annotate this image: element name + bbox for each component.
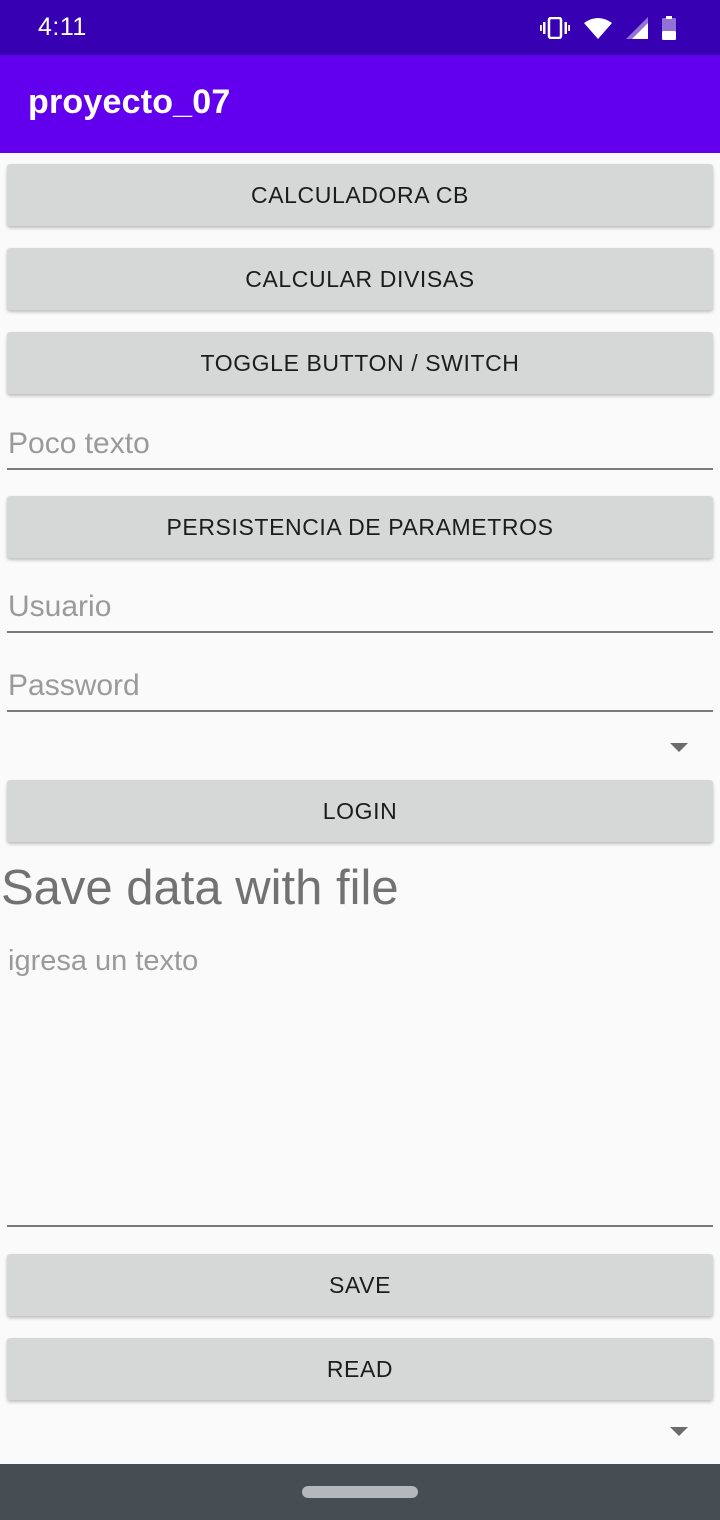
poco-texto-placeholder: Poco texto (8, 427, 150, 460)
save-button[interactable]: SAVE (7, 1254, 713, 1316)
chevron-down-icon (670, 1427, 688, 1436)
status-bar: 4:11 (0, 0, 720, 55)
battery-icon (662, 16, 676, 40)
navigation-bar (0, 1464, 720, 1520)
status-time: 4:11 (38, 13, 87, 41)
chevron-down-icon (670, 743, 688, 752)
password-placeholder: Password (8, 669, 140, 702)
app-bar: proyecto_07 (0, 55, 720, 153)
signal-icon (626, 17, 648, 39)
home-handle[interactable] (302, 1486, 418, 1498)
toggle-switch-button[interactable]: TOGGLE BUTTON / SWITCH (7, 332, 713, 394)
login-button[interactable]: LOGIN (7, 780, 713, 842)
status-icons (540, 14, 676, 42)
usuario-placeholder: Usuario (8, 590, 112, 623)
read-button[interactable]: READ (7, 1338, 713, 1400)
section-title: Save data with file (1, 861, 399, 915)
poco-texto-field[interactable]: Poco texto (7, 420, 713, 470)
usuario-field[interactable]: Usuario (7, 583, 713, 633)
texto-placeholder: igresa un texto (8, 945, 199, 977)
app-title: proyecto_07 (28, 83, 231, 121)
vibrate-icon (540, 17, 570, 39)
calculadora-cb-button[interactable]: CALCULADORA CB (7, 164, 713, 226)
calcular-divisas-button[interactable]: CALCULAR DIVISAS (7, 248, 713, 310)
spinner-dropdown-bottom[interactable] (7, 1402, 713, 1462)
texto-multiline-field[interactable]: igresa un texto (7, 940, 713, 1227)
spinner-dropdown[interactable] (7, 718, 713, 778)
wifi-icon (584, 18, 612, 39)
persistencia-button[interactable]: PERSISTENCIA DE PARAMETROS (7, 496, 713, 558)
password-field[interactable]: Password (7, 662, 713, 712)
